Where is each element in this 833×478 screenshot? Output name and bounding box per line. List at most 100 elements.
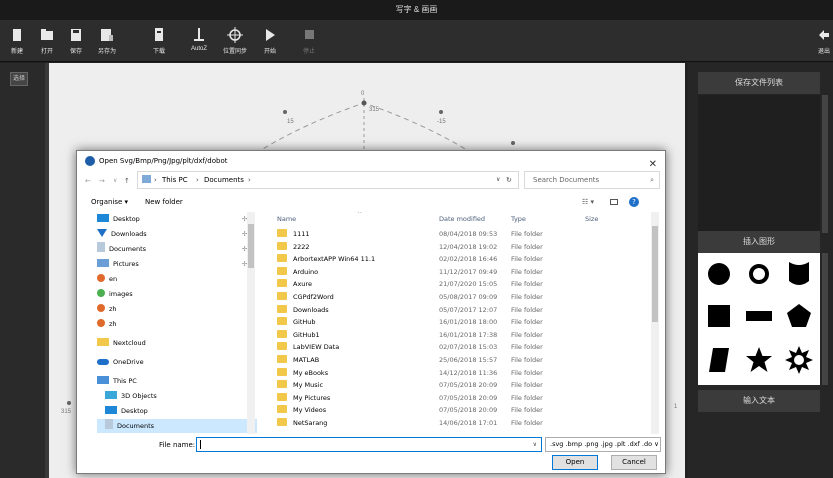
nav-scrollbar[interactable]: [247, 212, 255, 434]
nav-item-desktop[interactable]: Desktop ✢: [97, 212, 247, 226]
column-size[interactable]: Size: [585, 215, 598, 223]
file-type-cell: File folder: [511, 330, 543, 339]
save-button[interactable]: 保存: [64, 24, 88, 58]
file-list-scrollbar[interactable]: [822, 95, 828, 233]
cancel-button[interactable]: Cancel: [611, 455, 657, 470]
view-options-icon[interactable]: ☷ ▾: [582, 194, 594, 210]
recent-locations-icon[interactable]: ∨: [113, 173, 117, 189]
nav-item-zh[interactable]: zh: [97, 317, 117, 331]
nav-item-desktop-pc[interactable]: Desktop: [105, 404, 148, 418]
star-icon[interactable]: [744, 345, 774, 375]
column-date-modified[interactable]: Date modified: [439, 215, 485, 223]
nav-item-documents[interactable]: Documents ✢: [97, 242, 247, 256]
file-row[interactable]: MATLAB 25/06/2018 15:57 File folder: [269, 354, 649, 367]
file-name-input[interactable]: ∨: [196, 437, 542, 452]
download-button[interactable]: 下载: [148, 24, 170, 58]
save-file-list-button[interactable]: 保存文件列表: [698, 72, 820, 94]
file-name-text: GitHub: [293, 318, 316, 327]
nav-item-nextcloud[interactable]: Nextcloud: [97, 336, 146, 350]
file-name-label: File name:: [159, 441, 196, 449]
nav-label: Documents: [109, 245, 147, 253]
exit-label: 退出: [817, 49, 830, 55]
exit-button[interactable]: 退出: [815, 24, 833, 58]
shape-palette-scrollbar[interactable]: [822, 253, 828, 385]
input-text-button[interactable]: 输入文本: [698, 390, 820, 412]
file-row[interactable]: My Pictures 07/05/2018 20:09 File folder: [269, 392, 649, 405]
open-button[interactable]: Open: [552, 455, 598, 470]
file-name-cell: My Music: [277, 379, 323, 392]
file-row[interactable]: Arduino 11/12/2017 09:49 File folder: [269, 266, 649, 279]
nav-scroll-thumb[interactable]: [248, 224, 254, 268]
nav-item-pictures[interactable]: Pictures ✢: [97, 257, 247, 271]
nav-item-downloads[interactable]: Downloads ✢: [97, 227, 247, 241]
shield-shape-icon[interactable]: [784, 259, 814, 289]
file-row[interactable]: NetSarang 14/06/2018 17:01 File folder: [269, 417, 649, 430]
column-name[interactable]: Name: [277, 215, 296, 223]
file-row[interactable]: 1111 08/04/2018 09:53 File folder: [269, 228, 649, 241]
dropdown-icon[interactable]: ∨: [496, 172, 500, 188]
folder-icon: [277, 229, 287, 237]
file-list-scrollbar[interactable]: [651, 212, 659, 434]
file-row[interactable]: My Music 07/05/2018 20:09 File folder: [269, 379, 649, 392]
chevron-right-icon: ›: [154, 176, 157, 184]
preview-pane-icon[interactable]: [610, 199, 618, 205]
filled-square-icon[interactable]: [704, 301, 734, 331]
nav-item-3d-objects[interactable]: 3D Objects: [105, 389, 157, 403]
pentagon-icon[interactable]: [784, 301, 814, 331]
position-sync-button[interactable]: 位置同步: [218, 24, 252, 58]
parallelogram-icon[interactable]: [704, 345, 734, 375]
autoz-button[interactable]: AutoZ: [184, 24, 214, 58]
breadcrumb-this-pc[interactable]: This PC: [162, 172, 188, 188]
nav-item-this-pc[interactable]: This PC: [97, 374, 137, 388]
organise-menu[interactable]: Organise ▾: [91, 194, 128, 210]
file-row[interactable]: ArbortextAPP Win64 11.1 02/02/2018 16:46 F…: [269, 253, 649, 266]
saved-file-list[interactable]: [698, 95, 820, 233]
file-list: Name ^ Date modified Type Size 1111 08/04…: [269, 212, 651, 432]
stop-button[interactable]: 停止: [298, 24, 320, 58]
file-type-select[interactable]: .svg .bmp .png .jpg .plt .dxf .do ∨: [545, 437, 661, 452]
search-documents-input[interactable]: Search Documents ⌕: [524, 171, 660, 189]
file-date-cell: 05/07/2017 12:07: [439, 305, 498, 314]
dropdown-icon[interactable]: ∨: [533, 438, 537, 451]
file-scroll-thumb[interactable]: [652, 226, 658, 322]
filled-circle-icon[interactable]: [704, 259, 734, 289]
start-button[interactable]: 开始: [258, 24, 282, 58]
address-bar[interactable]: › This PC › Documents › ∨ ↻: [137, 171, 519, 189]
file-row[interactable]: GitHub 16/01/2018 18:00 File folder: [269, 316, 649, 329]
file-row[interactable]: LabVIEW Data 02/07/2018 15:03 File folder: [269, 341, 649, 354]
file-date-cell: 16/01/2018 18:00: [439, 318, 498, 327]
back-arrow-icon[interactable]: ←: [85, 173, 91, 189]
navigation-pane: Desktop ✢ Downloads ✢ Documents ✢ Pictures ✢…: [91, 212, 261, 438]
sun-burst-icon[interactable]: [784, 345, 814, 375]
nav-item-documents-pc[interactable]: Documents: [97, 419, 257, 433]
open-button[interactable]: 打开: [34, 24, 60, 58]
up-arrow-icon[interactable]: ↑: [124, 173, 130, 189]
column-type[interactable]: Type: [511, 215, 526, 223]
nav-item-images[interactable]: images: [97, 287, 133, 301]
ring-icon[interactable]: [744, 259, 774, 289]
forward-arrow-icon[interactable]: →: [99, 173, 105, 189]
file-row[interactable]: My eBooks 14/12/2018 11:36 File folder: [269, 367, 649, 380]
insert-shape-button[interactable]: 插入图形: [698, 231, 820, 253]
select-tool-button[interactable]: 选择: [10, 72, 28, 86]
breadcrumb-documents[interactable]: Documents: [204, 172, 244, 188]
rectangle-bar-icon[interactable]: [744, 301, 774, 331]
save-as-button[interactable]: 另存为: [92, 24, 122, 58]
file-type-cell: File folder: [511, 242, 543, 251]
file-type-cell: File folder: [511, 343, 543, 352]
refresh-icon[interactable]: ↻: [506, 172, 512, 188]
autoz-label: AutoZ: [190, 46, 207, 52]
new-folder-button[interactable]: New folder: [145, 194, 183, 210]
file-row[interactable]: 2222 12/04/2018 19:02 File folder: [269, 241, 649, 254]
file-row[interactable]: CGPdf2Word 05/08/2017 09:09 File folder: [269, 291, 649, 304]
file-row[interactable]: My Videos 07/05/2018 20:09 File folder: [269, 404, 649, 417]
file-row[interactable]: Axure 21/07/2020 15:05 File folder: [269, 278, 649, 291]
file-row[interactable]: GitHub1 16/01/2018 17:38 File folder: [269, 329, 649, 342]
nav-item-zh[interactable]: zh: [97, 302, 117, 316]
new-button[interactable]: 新建: [6, 24, 28, 58]
help-icon[interactable]: ?: [629, 197, 639, 207]
file-row[interactable]: Downloads 05/07/2017 12:07 File folder: [269, 304, 649, 317]
download-label: 下载: [152, 49, 165, 55]
nav-item-en[interactable]: en: [97, 272, 117, 286]
nav-item-onedrive[interactable]: OneDrive: [97, 355, 144, 369]
